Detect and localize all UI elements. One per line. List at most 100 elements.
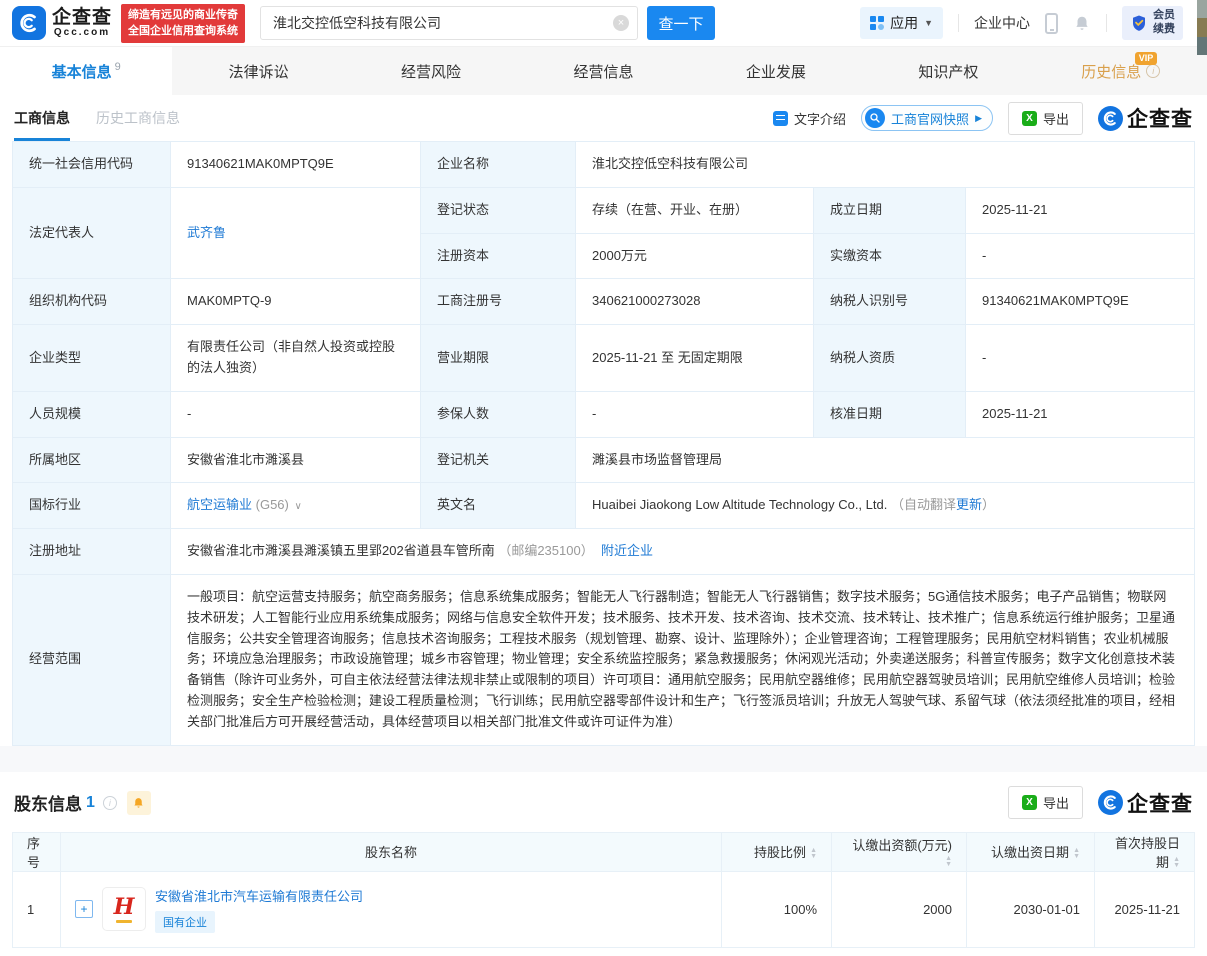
main-tab-bar: 基本信息 9 法律诉讼 经营风险 经营信息 企业发展 知识产权 VIP 历史信息… — [0, 46, 1207, 95]
field-label: 经营范围 — [13, 574, 171, 745]
subtab-business-info[interactable]: 工商信息 — [14, 95, 70, 141]
qcc-watermark-logo: 企查查 — [1098, 103, 1193, 133]
shareholders-count: 1 — [86, 794, 95, 812]
shareholder-name-link[interactable]: 安徽省淮北市汽车运输有限责任公司 — [155, 889, 363, 904]
field-label: 人员规模 — [13, 391, 171, 437]
field-label: 法定代表人 — [13, 187, 171, 279]
field-value: - — [966, 325, 1195, 392]
industry-link[interactable]: 航空运输业 — [187, 497, 252, 512]
official-snapshot-button[interactable]: 工商官网快照 ▶ — [861, 105, 993, 131]
brand-slogan: 缔造有远见的商业传奇 全国企业信用查询系统 — [121, 4, 245, 43]
shareholders-header: 股东信息 1 i X 导出 企查查 — [0, 772, 1207, 826]
row-index: 1 — [13, 871, 61, 947]
snapshot-camera-icon — [865, 108, 885, 128]
vip-label-1: 会员 — [1153, 9, 1175, 23]
apps-label: 应用 — [890, 13, 918, 33]
brand-name-cn: 企查查 — [52, 8, 112, 28]
qcc-watermark-logo: 企查查 — [1098, 788, 1193, 818]
field-value: - — [171, 391, 421, 437]
field-value: 2025-11-21 — [966, 391, 1195, 437]
text-intro-button[interactable]: 文字介绍 — [773, 109, 846, 128]
tab-legal-litigation[interactable]: 法律诉讼 — [172, 47, 344, 95]
member-renew-button[interactable]: 会员 续费 — [1122, 6, 1183, 40]
field-value: 91340621MAK0MPTQ9E — [171, 142, 421, 188]
col-first-holding-date[interactable]: 首次持股日期▲▼ — [1095, 832, 1195, 871]
vip-badge: VIP — [1135, 52, 1158, 65]
section-divider — [0, 746, 1207, 772]
info-icon[interactable]: i — [103, 796, 117, 810]
subtab-history-business-info[interactable]: 历史工商信息 — [96, 95, 180, 141]
export-button[interactable]: X 导出 — [1008, 102, 1083, 135]
qcc-logo[interactable]: 企查查 Qcc.com — [12, 6, 112, 40]
field-label: 企业类型 — [13, 325, 171, 392]
field-label: 参保人数 — [421, 391, 576, 437]
field-label: 组织机构代码 — [13, 279, 171, 325]
field-value: 340621000273028 — [576, 279, 814, 325]
field-label: 成立日期 — [814, 187, 966, 233]
monitor-bell-button[interactable] — [127, 791, 151, 815]
col-subscribed-amount[interactable]: 认缴出资额(万元)▲▼ — [832, 832, 967, 871]
sort-icon: ▲▼ — [810, 848, 817, 860]
search-button[interactable]: 查一下 — [647, 6, 715, 40]
translate-update-link[interactable]: 更新 — [956, 497, 982, 512]
field-label: 所属地区 — [13, 437, 171, 483]
field-value: 武齐鲁 — [171, 187, 421, 279]
business-scope-text: 一般项目：航空运营支持服务；航空商务服务；信息系统集成服务；智能无人飞行器制造；… — [171, 574, 1195, 745]
state-owned-tag: 国有企业 — [155, 911, 215, 933]
legal-rep-link[interactable]: 武齐鲁 — [187, 225, 226, 240]
field-label: 纳税人资质 — [814, 325, 966, 392]
expand-button[interactable]: + — [75, 900, 93, 918]
excel-icon: X — [1022, 795, 1037, 810]
holding-ratio: 100% — [722, 871, 832, 947]
clear-search-icon[interactable]: × — [613, 15, 629, 31]
field-label: 统一社会信用代码 — [13, 142, 171, 188]
field-value: 91340621MAK0MPTQ9E — [966, 279, 1195, 325]
field-value: Huaibei Jiaokong Low Altitude Technology… — [576, 483, 1195, 529]
sort-icon: ▲▼ — [1073, 848, 1080, 860]
field-value: 有限责任公司（非自然人投资或控股的法人独资） — [171, 325, 421, 392]
apps-menu[interactable]: 应用 ▼ — [860, 7, 943, 39]
field-label: 英文名 — [421, 483, 576, 529]
subscribed-date: 2030-01-01 — [967, 871, 1095, 947]
document-icon — [773, 111, 788, 126]
brand-name-en: Qcc.com — [52, 28, 112, 39]
tab-history-info[interactable]: VIP 历史信息 i — [1035, 47, 1207, 95]
chevron-down-icon[interactable]: ∨ — [295, 501, 302, 512]
industry-code: (G56) — [256, 497, 289, 512]
field-label: 企业名称 — [421, 142, 576, 188]
enterprise-center-link[interactable]: 企业中心 — [974, 13, 1030, 33]
shareholder-logo: H — [102, 887, 146, 931]
shareholders-export-button[interactable]: X 导出 — [1008, 786, 1083, 819]
field-value: - — [966, 233, 1195, 279]
col-subscribed-date[interactable]: 认缴出资日期▲▼ — [967, 832, 1095, 871]
field-label: 注册地址 — [13, 529, 171, 575]
search-input[interactable] — [273, 15, 613, 31]
qcc-watermark-icon — [1098, 106, 1123, 131]
field-value: 安徽省淮北市濉溪县 — [171, 437, 421, 483]
first-holding-date: 2025-11-21 — [1095, 871, 1195, 947]
notification-bell-icon[interactable] — [1073, 14, 1091, 33]
nearby-companies-link[interactable]: 附近企业 — [601, 543, 653, 558]
bell-icon — [132, 796, 145, 810]
info-icon[interactable]: i — [1146, 64, 1160, 78]
grid-icon — [870, 16, 884, 30]
field-value: 2000万元 — [576, 233, 814, 279]
tab-intellectual-property[interactable]: 知识产权 — [862, 47, 1034, 95]
subtab-toolbar: 工商信息 历史工商信息 文字介绍 工商官网快照 ▶ X 导出 企查查 — [0, 95, 1207, 141]
field-value: 存续（在营、开业、在册） — [576, 187, 814, 233]
member-badge-icon — [1130, 14, 1148, 32]
field-value: - — [576, 391, 814, 437]
shareholders-table: 序号 股东名称 持股比例▲▼ 认缴出资额(万元)▲▼ 认缴出资日期▲▼ 首次持股… — [12, 832, 1195, 948]
col-ratio[interactable]: 持股比例▲▼ — [722, 832, 832, 871]
mobile-app-icon[interactable] — [1045, 13, 1058, 34]
tab-basic-info[interactable]: 基本信息 9 — [0, 47, 172, 95]
vip-label-2: 续费 — [1153, 23, 1175, 37]
tab-operating-info[interactable]: 经营信息 — [517, 47, 689, 95]
search-box: × — [260, 6, 638, 40]
field-label: 登记状态 — [421, 187, 576, 233]
postcode: （邮编235100） — [498, 543, 593, 558]
col-index: 序号 — [13, 832, 61, 871]
tab-enterprise-development[interactable]: 企业发展 — [690, 47, 862, 95]
tab-count: 9 — [115, 61, 121, 73]
tab-operating-risk[interactable]: 经营风险 — [345, 47, 517, 95]
